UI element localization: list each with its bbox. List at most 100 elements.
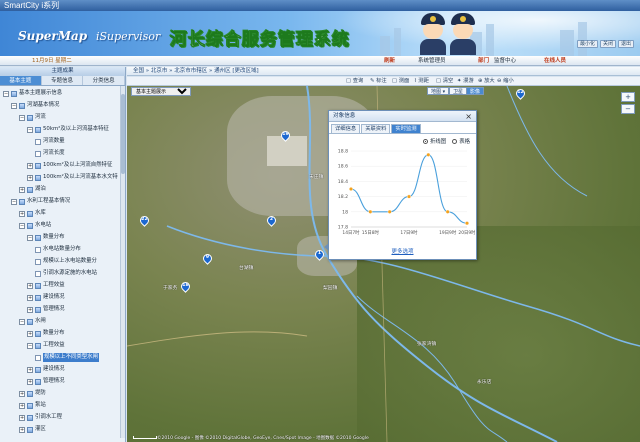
collapse-icon[interactable]: − (27, 342, 33, 349)
expand-icon[interactable]: + (19, 414, 25, 421)
layer-select[interactable]: 基本主题展示 (131, 87, 191, 96)
menu-item[interactable]: 监督中心 (494, 56, 516, 66)
map-pin-icon[interactable]: 1 (313, 248, 326, 261)
tree-node[interactable]: +100km²及以上河流基本水文特 (27, 173, 118, 182)
map-layer-button[interactable]: 影像 (466, 87, 485, 95)
tree-node[interactable]: − 水利工程基本情况 (11, 197, 70, 206)
tree-node[interactable]: + 建设情况 (27, 293, 65, 302)
map-tool-button[interactable]: ✎ 标注 (370, 77, 387, 86)
radio-circle[interactable] (452, 138, 458, 144)
tab-related-docs[interactable]: 关联资料 (361, 124, 391, 133)
folder-icon (27, 318, 33, 325)
close-button[interactable]: 关闭 (599, 40, 616, 48)
tree-node[interactable]: − 50km²及以上河流基本特征 (27, 125, 109, 134)
tree-node[interactable]: +100km²及以上河流自然特征 (27, 161, 112, 170)
document-icon (35, 354, 41, 361)
expand-icon[interactable]: + (27, 306, 33, 313)
map-tool-button[interactable]: ⌇ 测距 (414, 77, 429, 86)
tab-basic-topic[interactable]: 基本主题 (0, 76, 42, 85)
tree-node[interactable]: − 水闸 (19, 317, 46, 326)
tab-realtime-monitor[interactable]: 实时监测 (391, 124, 421, 133)
zoom-out-button[interactable]: − (621, 104, 635, 114)
tree-node[interactable]: + 引调水工程 (19, 413, 62, 422)
scrollbar-thumb[interactable] (121, 94, 125, 174)
tree-node[interactable]: − 水电站 (19, 221, 51, 230)
map-tool-button[interactable]: □ 查询 (346, 77, 363, 86)
map-tool-button[interactable]: ✦ 漫游 (457, 77, 474, 86)
expand-icon[interactable]: + (19, 186, 25, 193)
tree-node[interactable]: 引调水源定施的水电站 (35, 269, 97, 278)
line-chart-radio[interactable]: 折线图 (423, 137, 446, 145)
map-tool-button[interactable]: □ 清空 (436, 77, 453, 86)
tree-node[interactable]: 河流数量 (35, 137, 65, 146)
collapse-icon[interactable]: − (19, 318, 25, 325)
tree-node[interactable]: + 堤防 (19, 389, 46, 398)
expand-icon[interactable]: + (27, 174, 33, 181)
expand-icon[interactable]: + (27, 378, 33, 385)
tree-node[interactable]: + 灌区 (19, 425, 46, 434)
expand-icon[interactable]: + (27, 294, 33, 301)
tab-detail-info[interactable]: 详细信息 (331, 124, 361, 133)
collapse-icon[interactable]: − (11, 198, 17, 205)
map-layer-button[interactable]: 地图 ▾ (427, 87, 450, 95)
tree-node[interactable]: + 泵站 (19, 401, 46, 410)
radio-circle[interactable] (423, 138, 429, 144)
minimize-button[interactable]: 最小化 (576, 40, 598, 48)
map-tool-button[interactable]: □ 测面 (392, 77, 409, 86)
menu-item[interactable]: 刷新 (384, 56, 395, 66)
collapse-icon[interactable]: − (19, 222, 25, 229)
expand-icon[interactable]: + (27, 162, 33, 169)
more-options-link[interactable]: 更多选项 (329, 247, 476, 255)
collapse-icon[interactable]: − (3, 90, 9, 97)
tree-node[interactable]: + 管理情况 (27, 377, 65, 386)
collapse-icon[interactable]: − (19, 114, 25, 121)
collapse-icon[interactable]: − (27, 126, 33, 133)
tree-scrollbar[interactable] (120, 86, 125, 438)
tree-node[interactable]: + 建设情况 (27, 365, 65, 374)
map-tool-button[interactable]: ⊖ 缩小 (497, 77, 514, 86)
tree-node[interactable]: − 河湖基本情况 (11, 101, 59, 110)
expand-icon[interactable]: + (27, 366, 33, 373)
map-pin-icon[interactable]: 2 (265, 214, 278, 227)
tree-node[interactable]: + 管理情况 (27, 305, 65, 314)
tree-node[interactable]: − 工程效益 (27, 341, 65, 350)
expand-icon[interactable]: + (19, 402, 25, 409)
close-icon[interactable]: × (465, 111, 472, 122)
tree-node-label: 引调水源定施的水电站 (43, 270, 97, 276)
tree-node[interactable]: − 数量分布 (27, 233, 65, 242)
expand-icon[interactable]: + (19, 390, 25, 397)
tree-node[interactable]: − 河流 (19, 113, 46, 122)
menu-item[interactable]: 系统管理员 (418, 56, 446, 66)
collapse-icon[interactable]: − (11, 102, 17, 109)
tree-node[interactable]: 河流长度 (35, 149, 65, 158)
building-shape (380, 36, 390, 56)
map-tool-button[interactable]: ⊕ 放大 (478, 77, 495, 86)
tree-node[interactable]: + 数量分布 (27, 329, 65, 338)
tree-node[interactable]: 规模以上水电站数量分 (35, 257, 97, 266)
map-pin-icon[interactable]: 18 (179, 280, 192, 293)
expand-icon[interactable]: + (19, 426, 25, 433)
exit-button[interactable]: 退出 (617, 40, 634, 48)
tree-node[interactable]: + 湖泊 (19, 185, 46, 194)
tab-special-info[interactable]: 专题信息 (41, 76, 84, 85)
tree-node[interactable]: − 基本主题展示信息 (3, 89, 62, 98)
menu-item[interactable]: 部门 (478, 56, 489, 66)
tree-node[interactable]: 规模以上不同类型水闸 (35, 353, 99, 362)
expand-icon[interactable]: + (27, 330, 33, 337)
expand-icon[interactable]: + (27, 282, 33, 289)
map-pin-icon[interactable]: 12 (514, 87, 527, 100)
zoom-in-button[interactable]: + (621, 92, 635, 102)
menu-item[interactable]: 在线人员 (544, 56, 566, 66)
tree-node[interactable]: + 水库 (19, 209, 46, 218)
expand-icon[interactable]: + (19, 210, 25, 217)
map-pin-icon[interactable]: 22 (138, 214, 151, 227)
tree-node[interactable]: + 工程效益 (27, 281, 65, 290)
map-pin-icon[interactable]: 19 (279, 129, 292, 142)
tab-category-info[interactable]: 分类信息 (83, 76, 126, 85)
map-pin-icon[interactable]: 9 (201, 252, 214, 265)
table-radio[interactable]: 表格 (452, 137, 470, 145)
tree-node[interactable]: 水电站数量分布 (35, 245, 81, 254)
radio-label: 表格 (459, 139, 470, 145)
collapse-icon[interactable]: − (27, 234, 33, 241)
map-layer-button[interactable]: 卫星 (449, 87, 468, 95)
